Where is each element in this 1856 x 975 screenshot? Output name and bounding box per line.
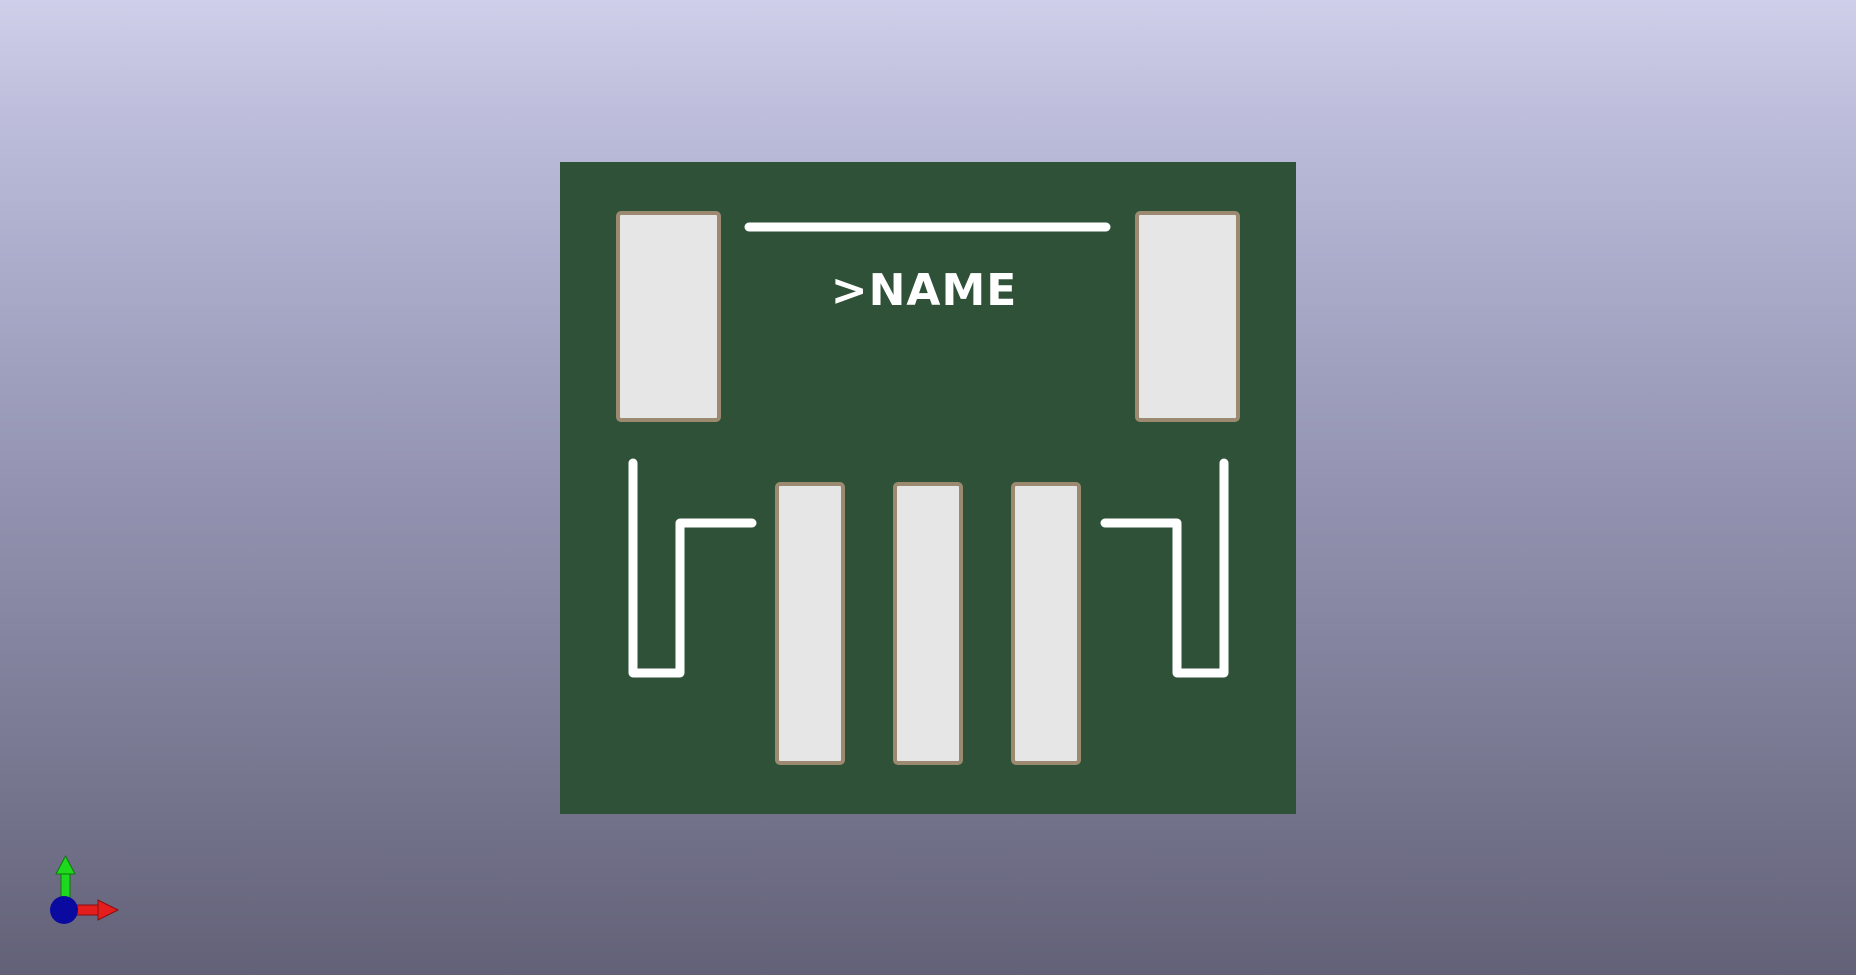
pcb-3d-scene[interactable]: >NAME — [0, 0, 1856, 975]
pad-bottom-1 — [775, 482, 845, 765]
y-axis-arrowhead — [55, 854, 76, 875]
3d-viewport[interactable]: >NAME — [0, 0, 1856, 975]
pad-bottom-2 — [893, 482, 963, 765]
xyz-axis-icon — [50, 854, 120, 924]
silkscreen-name-label: >NAME — [831, 265, 1018, 316]
x-axis-arrowhead — [97, 899, 120, 921]
z-axis-sphere — [50, 896, 78, 924]
pad-top-right — [1135, 211, 1240, 422]
pad-top-left — [616, 211, 721, 422]
pad-bottom-3 — [1011, 482, 1081, 765]
